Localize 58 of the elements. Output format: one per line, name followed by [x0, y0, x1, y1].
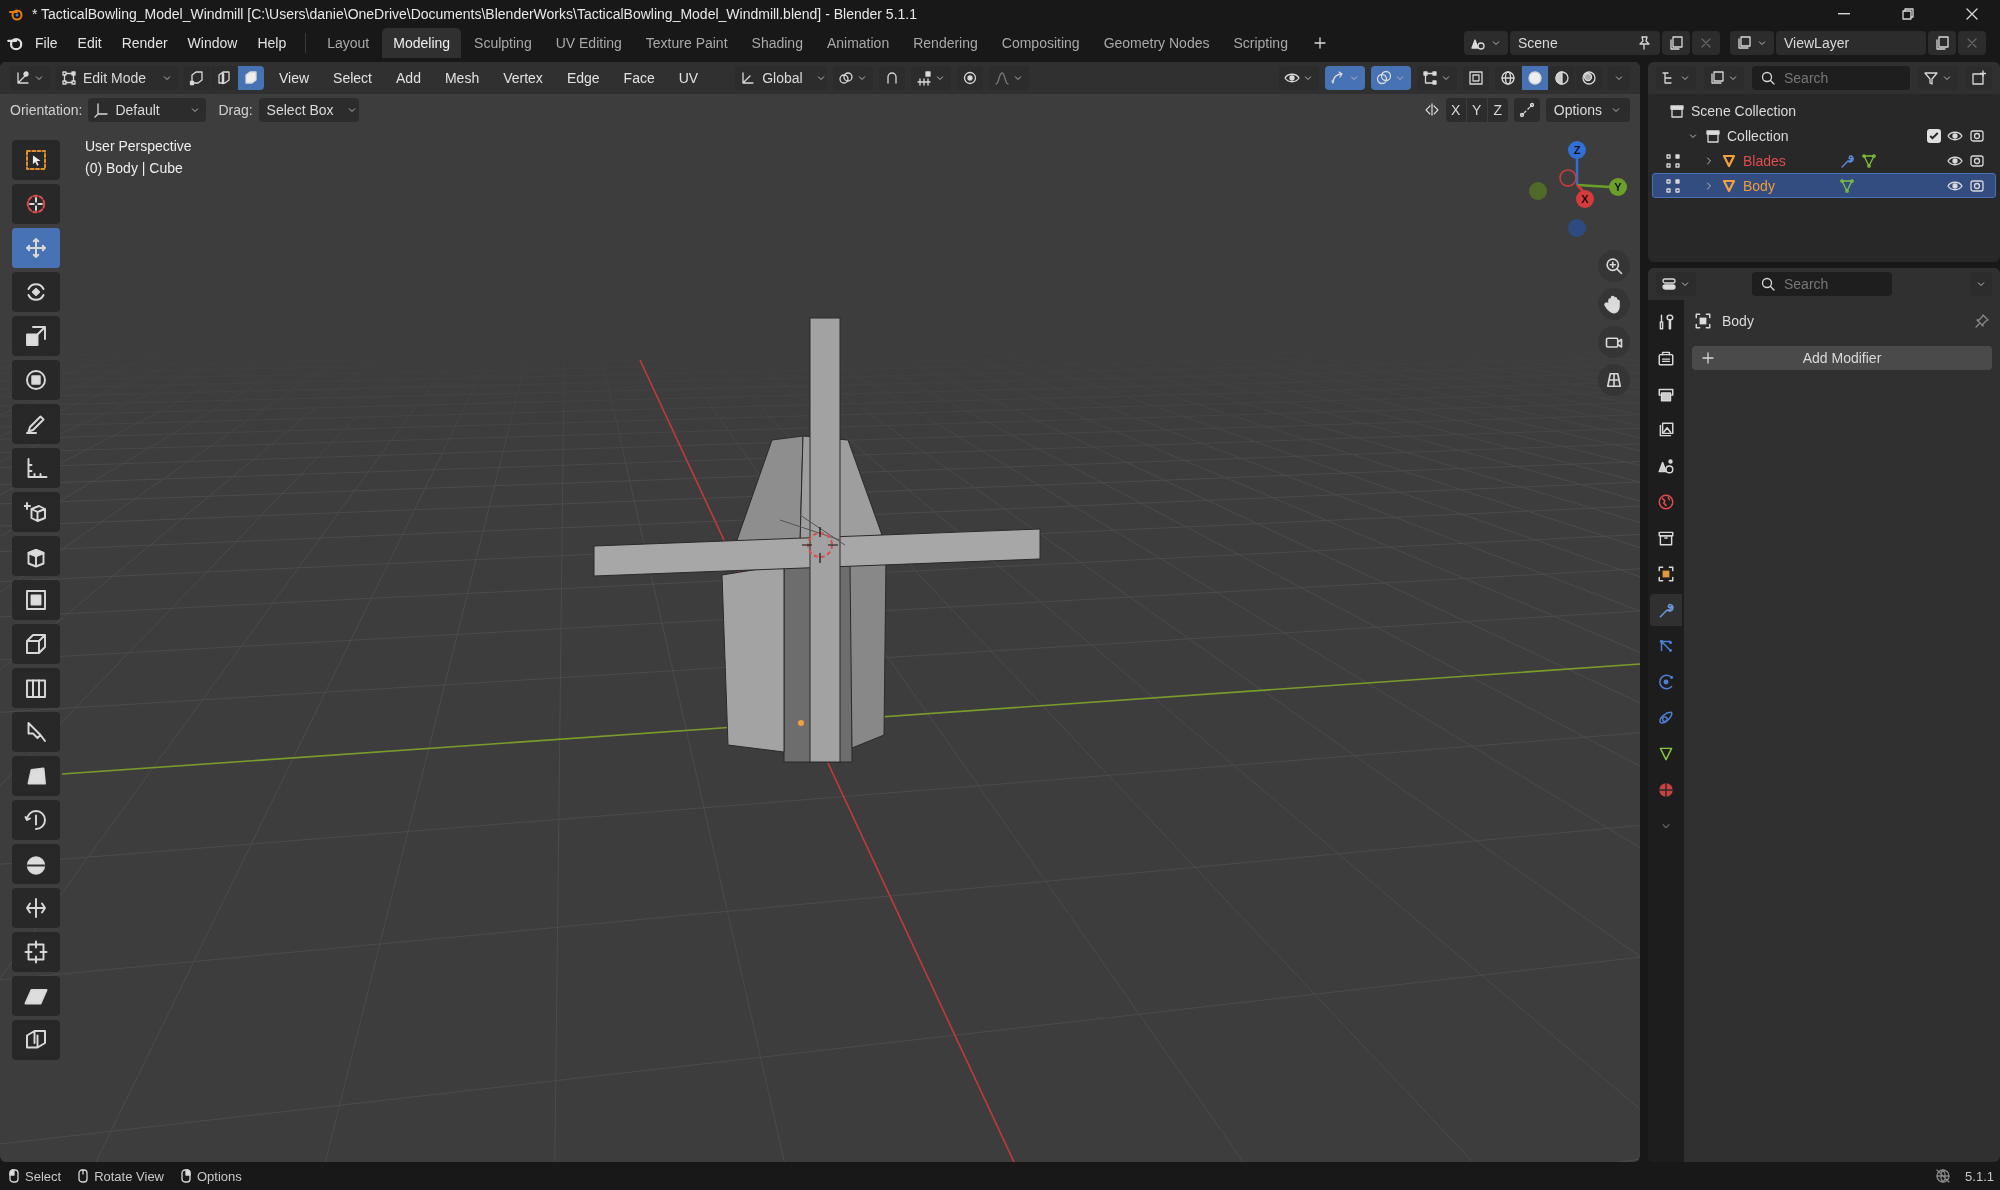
mirror-axis-toggle[interactable]: Y [1466, 98, 1487, 122]
gizmo-axis-handle[interactable]: X [1576, 190, 1594, 208]
tree-item[interactable]: Collection [1727, 127, 1789, 144]
tree-row[interactable]: Body [1652, 173, 1996, 198]
status-hint: Select [25, 1168, 62, 1184]
mirror-axis-toggle[interactable]: X [1445, 98, 1466, 122]
workspace-tab[interactable]: Scripting [1222, 28, 1299, 58]
gizmo-axis-handle[interactable]: Z [1568, 141, 1586, 159]
workspace-tab[interactable]: UV Editing [544, 28, 633, 58]
orientation-dropdown[interactable]: Default [88, 98, 207, 122]
orientation-label: Orientation: [10, 102, 83, 118]
workspace-tab[interactable]: Texture Paint [634, 28, 739, 58]
menu-item[interactable]: Help [248, 30, 296, 56]
mode-dropdown[interactable]: Edit Mode [56, 66, 178, 90]
menu-item[interactable]: Edit [68, 30, 111, 56]
workspace-tab[interactable]: Compositing [990, 28, 1091, 58]
menu-item[interactable]: File [26, 30, 67, 56]
status-hint: Options [197, 1168, 242, 1184]
viewport-info-text: User Perspective [85, 138, 192, 154]
window-title: * TacticalBowling_Model_Windmill [C:\Users\danie\OneDrive\Documents\BlenderWorks\TacticalBowling_Model_Windmill.blend] - Blender 5.1.1 [32, 6, 918, 22]
view-layer-field[interactable]: ViewLayer [1776, 31, 1926, 55]
drag-label: Drag: [218, 102, 253, 118]
workspace-tab[interactable]: Shading [740, 28, 814, 58]
workspace-tab[interactable]: Sculpting [463, 28, 543, 58]
workspace-tab[interactable]: Rendering [902, 28, 989, 58]
menu-item[interactable]: View [270, 66, 319, 90]
scene-field[interactable]: Scene [1510, 31, 1660, 55]
workspace-tab[interactable]: Layout [316, 28, 381, 58]
workspace-tab[interactable]: Geometry Nodes [1092, 28, 1221, 58]
version-text: 5.1.1 [1965, 1168, 1994, 1184]
menu-item[interactable]: Select [324, 66, 381, 90]
add-modifier-button[interactable]: Add Modifier [1692, 346, 1992, 370]
tree-item[interactable]: Scene Collection [1691, 102, 1797, 119]
tree-row[interactable]: Blades [1652, 148, 1996, 173]
options-dropdown[interactable]: Options [1545, 98, 1630, 122]
tree-item[interactable]: Blades [1743, 152, 1833, 169]
menu-item[interactable]: Add [387, 66, 430, 90]
menu-item[interactable]: Face [614, 66, 664, 90]
object-name: Body [1722, 313, 1754, 329]
search-field[interactable]: Search [1782, 275, 1884, 293]
workspace-tab[interactable]: Animation [815, 28, 901, 58]
tree-item[interactable]: Body [1743, 177, 1833, 194]
drag-dropdown[interactable]: Select Box [258, 98, 359, 122]
workspace-tab[interactable]: Modeling [382, 28, 462, 58]
menu-item[interactable]: Render [112, 30, 177, 56]
orientation-dropdown[interactable]: Global [735, 66, 828, 90]
search-field[interactable]: Search [1752, 66, 1910, 90]
menu-item[interactable]: Edge [557, 66, 609, 90]
status-hint: Rotate View [94, 1168, 164, 1184]
search-field[interactable]: Search [1752, 272, 1892, 296]
menu-item[interactable]: UV [669, 66, 708, 90]
menu-item[interactable]: Vertex [494, 66, 552, 90]
menu-item[interactable]: Window [178, 30, 247, 56]
viewport-info-text: (0) Body | Cube [85, 160, 184, 176]
gizmo-axis-handle[interactable]: Y [1609, 178, 1627, 196]
menu-item[interactable]: Mesh [435, 66, 489, 90]
search-field[interactable]: Search [1782, 69, 1902, 87]
mirror-axis-toggle[interactable]: Z [1487, 98, 1508, 122]
